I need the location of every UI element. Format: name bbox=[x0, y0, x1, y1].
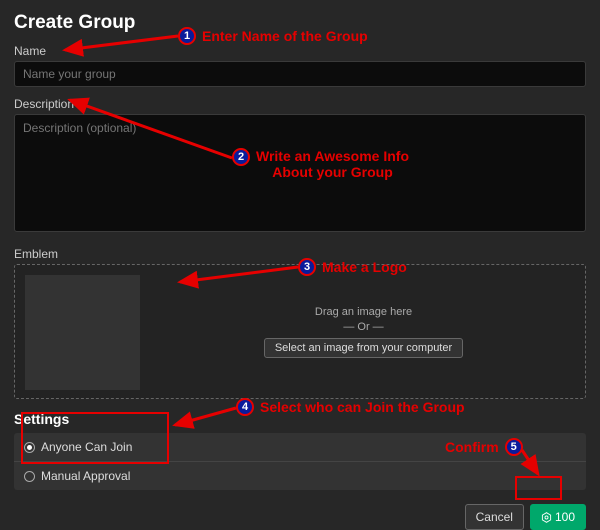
radio-label: Anyone Can Join bbox=[41, 440, 132, 454]
radio-anyone-can-join[interactable]: Anyone Can Join bbox=[14, 433, 586, 461]
cancel-button[interactable]: Cancel bbox=[465, 504, 524, 530]
emblem-or-text: — Or — bbox=[343, 321, 383, 333]
confirm-cost: 100 bbox=[555, 510, 575, 524]
settings-title: Settings bbox=[14, 411, 586, 427]
radio-icon bbox=[24, 471, 35, 482]
radio-label: Manual Approval bbox=[41, 469, 130, 483]
robux-icon bbox=[541, 512, 552, 523]
name-input[interactable] bbox=[14, 61, 586, 87]
emblem-drag-text: Drag an image here bbox=[315, 306, 412, 318]
description-input[interactable] bbox=[14, 114, 586, 232]
emblem-preview bbox=[25, 275, 140, 390]
emblem-label: Emblem bbox=[14, 247, 586, 261]
radio-icon bbox=[24, 442, 35, 453]
page-title: Create Group bbox=[14, 12, 586, 34]
name-label: Name bbox=[14, 44, 586, 58]
confirm-button[interactable]: 100 bbox=[530, 504, 586, 530]
emblem-dropzone[interactable]: Drag an image here — Or — Select an imag… bbox=[14, 264, 586, 399]
settings-box: Anyone Can Join Manual Approval bbox=[14, 433, 586, 490]
description-label: Description bbox=[14, 97, 586, 111]
radio-manual-approval[interactable]: Manual Approval bbox=[14, 461, 586, 490]
select-image-button[interactable]: Select an image from your computer bbox=[264, 338, 463, 358]
